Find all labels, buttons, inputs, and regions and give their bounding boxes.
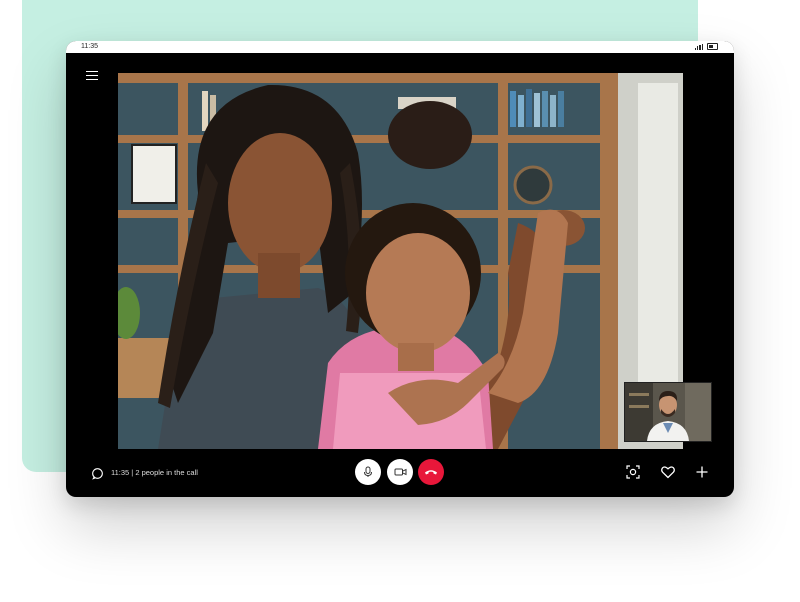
phone-hangup-icon: [425, 470, 437, 475]
video-camera-icon: [394, 468, 406, 476]
hamburger-menu-icon[interactable]: [86, 71, 98, 81]
end-call-button[interactable]: [418, 459, 444, 485]
toggle-camera-button[interactable]: [387, 459, 413, 485]
plus-icon[interactable]: [694, 464, 710, 480]
self-view-thumbnail[interactable]: [624, 382, 712, 442]
camera-focus-icon[interactable]: [625, 464, 641, 480]
signal-icon: [694, 43, 703, 50]
microphone-icon: [364, 466, 372, 477]
status-icons: [694, 43, 718, 50]
tablet-device: 11:35 11:35 | 2 people in the call: [66, 41, 734, 497]
heart-icon[interactable]: [660, 464, 676, 480]
self-view-scene: [625, 383, 711, 441]
video-scene: [118, 73, 683, 449]
status-bar: 11:35: [66, 41, 734, 53]
battery-icon: [707, 43, 718, 50]
call-controls-bar: 11:35 | 2 people in the call: [66, 453, 734, 497]
chat-bubble-icon[interactable]: [91, 467, 104, 480]
call-info-text: 11:35 | 2 people in the call: [111, 468, 198, 477]
status-time: 11:35: [81, 43, 98, 50]
mute-microphone-button[interactable]: [355, 459, 381, 485]
remote-video-feed: [118, 73, 683, 449]
